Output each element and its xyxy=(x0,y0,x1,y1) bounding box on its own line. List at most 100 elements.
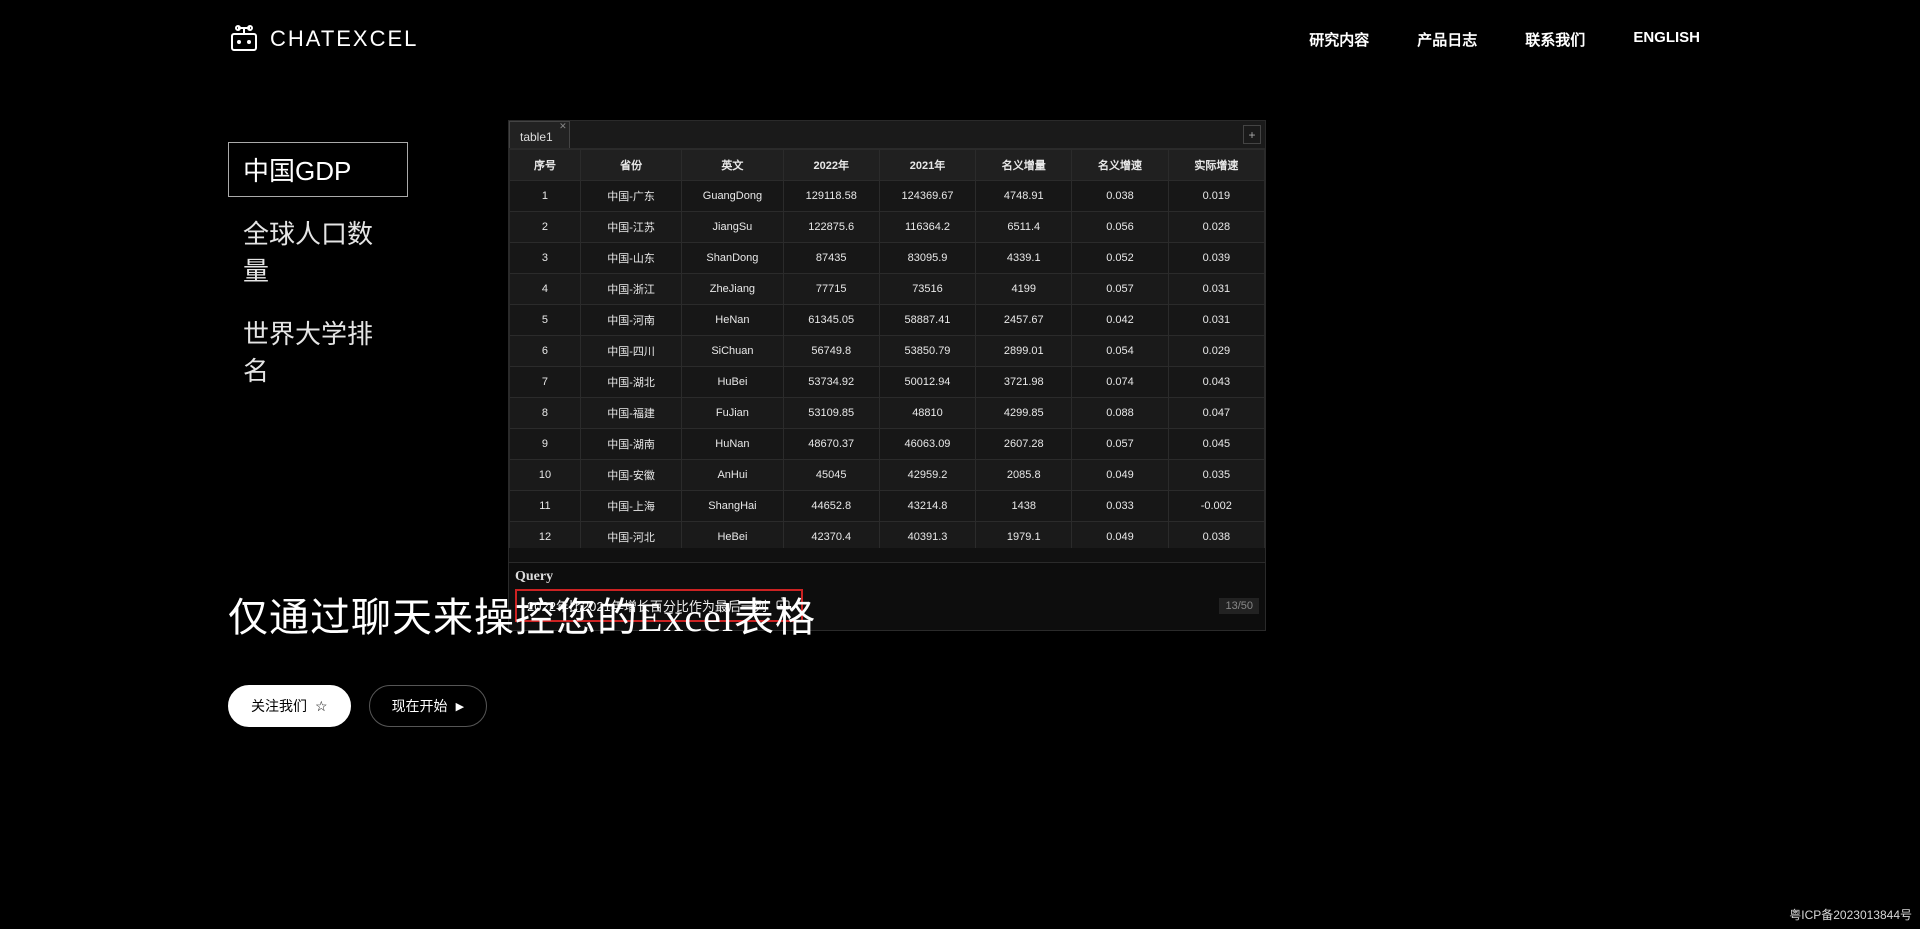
cell[interactable]: 0.038 xyxy=(1072,181,1168,212)
cell[interactable]: 5 xyxy=(510,305,581,336)
cell[interactable]: 8 xyxy=(510,398,581,429)
cell[interactable]: 0.054 xyxy=(1072,336,1168,367)
cell[interactable]: 0.047 xyxy=(1168,398,1264,429)
cell[interactable]: 0.052 xyxy=(1072,243,1168,274)
cell[interactable]: 0.035 xyxy=(1168,460,1264,491)
cell[interactable]: 中国-河北 xyxy=(580,522,681,549)
cell[interactable]: 73516 xyxy=(879,274,975,305)
cell[interactable]: 122875.6 xyxy=(783,212,879,243)
cell[interactable]: 116364.2 xyxy=(879,212,975,243)
table-row[interactable]: 6中国-四川SiChuan56749.853850.792899.010.054… xyxy=(510,336,1265,367)
cell[interactable]: 中国-广东 xyxy=(580,181,681,212)
cell[interactable]: 4299.85 xyxy=(976,398,1072,429)
cell[interactable]: 53850.79 xyxy=(879,336,975,367)
cell[interactable]: 0.088 xyxy=(1072,398,1168,429)
cell[interactable]: 0.049 xyxy=(1072,522,1168,549)
col-index[interactable]: 序号 xyxy=(510,150,581,181)
icp-footer[interactable]: 粤ICP备2023013844号 xyxy=(1789,906,1912,923)
cell[interactable]: SiChuan xyxy=(682,336,783,367)
cell[interactable]: GuangDong xyxy=(682,181,783,212)
nav-contact[interactable]: 联系我们 xyxy=(1525,29,1585,50)
cell[interactable]: HeNan xyxy=(682,305,783,336)
cell[interactable]: 4 xyxy=(510,274,581,305)
start-button[interactable]: 现在开始 ▶ xyxy=(369,685,487,727)
cell[interactable]: 46063.09 xyxy=(879,429,975,460)
cell[interactable]: JiangSu xyxy=(682,212,783,243)
cell[interactable]: 45045 xyxy=(783,460,879,491)
tab-world-population[interactable]: 全球人口数量 xyxy=(228,205,408,297)
cell[interactable]: 42370.4 xyxy=(783,522,879,549)
cell[interactable]: 3721.98 xyxy=(976,367,1072,398)
table-row[interactable]: 12中国-河北HeBei42370.440391.31979.10.0490.0… xyxy=(510,522,1265,549)
cell[interactable]: 56749.8 xyxy=(783,336,879,367)
cell[interactable]: 87435 xyxy=(783,243,879,274)
cell[interactable]: 3 xyxy=(510,243,581,274)
cell[interactable]: 53734.92 xyxy=(783,367,879,398)
cell[interactable]: 0.029 xyxy=(1168,336,1264,367)
cell[interactable]: 11 xyxy=(510,491,581,522)
nav-research[interactable]: 研究内容 xyxy=(1309,29,1369,50)
cell[interactable]: 83095.9 xyxy=(879,243,975,274)
cell[interactable]: 2899.01 xyxy=(976,336,1072,367)
cell[interactable]: 0.042 xyxy=(1072,305,1168,336)
cell[interactable]: 0.033 xyxy=(1072,491,1168,522)
table-row[interactable]: 1中国-广东GuangDong129118.58124369.674748.91… xyxy=(510,181,1265,212)
cell[interactable]: 4199 xyxy=(976,274,1072,305)
tab-university-ranking[interactable]: 世界大学排名 xyxy=(228,305,408,397)
cell[interactable]: 0.056 xyxy=(1072,212,1168,243)
cell[interactable]: 0.049 xyxy=(1072,460,1168,491)
cell[interactable]: 124369.67 xyxy=(879,181,975,212)
cell[interactable]: FuJian xyxy=(682,398,783,429)
table-row[interactable]: 5中国-河南HeNan61345.0558887.412457.670.0420… xyxy=(510,305,1265,336)
cell[interactable]: 中国-湖北 xyxy=(580,367,681,398)
col-nominal-inc[interactable]: 名义增量 xyxy=(976,150,1072,181)
cell[interactable]: HuBei xyxy=(682,367,783,398)
table-row[interactable]: 7中国-湖北HuBei53734.9250012.943721.980.0740… xyxy=(510,367,1265,398)
cell[interactable]: 0.039 xyxy=(1168,243,1264,274)
tab-china-gdp[interactable]: 中国GDP xyxy=(228,142,408,197)
cell[interactable]: 0.043 xyxy=(1168,367,1264,398)
cell[interactable]: 中国-河南 xyxy=(580,305,681,336)
table-row[interactable]: 10中国-安徽AnHui4504542959.22085.80.0490.035 xyxy=(510,460,1265,491)
cell[interactable]: 中国-浙江 xyxy=(580,274,681,305)
cell[interactable]: 中国-安徽 xyxy=(580,460,681,491)
cell[interactable]: 4748.91 xyxy=(976,181,1072,212)
col-province[interactable]: 省份 xyxy=(580,150,681,181)
table-row[interactable]: 9中国-湖南HuNan48670.3746063.092607.280.0570… xyxy=(510,429,1265,460)
cell[interactable]: 12 xyxy=(510,522,581,549)
cell[interactable]: 48810 xyxy=(879,398,975,429)
table-row[interactable]: 4中国-浙江ZheJiang777157351641990.0570.031 xyxy=(510,274,1265,305)
cell[interactable]: 2457.67 xyxy=(976,305,1072,336)
cell[interactable]: 0.019 xyxy=(1168,181,1264,212)
cell[interactable]: 9 xyxy=(510,429,581,460)
sheet-tab-table1[interactable]: table1 ✕ xyxy=(509,121,570,148)
cell[interactable]: 7 xyxy=(510,367,581,398)
cell[interactable]: ShanDong xyxy=(682,243,783,274)
cell[interactable]: 4339.1 xyxy=(976,243,1072,274)
cell[interactable]: 0.074 xyxy=(1072,367,1168,398)
cell[interactable]: ShangHai xyxy=(682,491,783,522)
table-row[interactable]: 8中国-福建FuJian53109.85488104299.850.0880.0… xyxy=(510,398,1265,429)
cell[interactable]: 77715 xyxy=(783,274,879,305)
close-icon[interactable]: ✕ xyxy=(559,121,567,132)
cell[interactable]: 48670.37 xyxy=(783,429,879,460)
cell[interactable]: 43214.8 xyxy=(879,491,975,522)
add-sheet-button[interactable]: + xyxy=(1243,125,1261,144)
cell[interactable]: 0.031 xyxy=(1168,274,1264,305)
cell[interactable]: AnHui xyxy=(682,460,783,491)
cell[interactable]: 10 xyxy=(510,460,581,491)
col-2022[interactable]: 2022年 xyxy=(783,150,879,181)
cell[interactable]: 44652.8 xyxy=(783,491,879,522)
col-nominal-rate[interactable]: 名义增速 xyxy=(1072,150,1168,181)
cell[interactable]: 6511.4 xyxy=(976,212,1072,243)
col-english[interactable]: 英文 xyxy=(682,150,783,181)
cell[interactable]: 50012.94 xyxy=(879,367,975,398)
cell[interactable]: 61345.05 xyxy=(783,305,879,336)
cell[interactable]: 0.057 xyxy=(1072,429,1168,460)
col-real-rate[interactable]: 实际增速 xyxy=(1168,150,1264,181)
cell[interactable]: 40391.3 xyxy=(879,522,975,549)
cell[interactable]: -0.002 xyxy=(1168,491,1264,522)
cell[interactable]: 0.031 xyxy=(1168,305,1264,336)
cell[interactable]: 1979.1 xyxy=(976,522,1072,549)
cell[interactable]: 中国-福建 xyxy=(580,398,681,429)
